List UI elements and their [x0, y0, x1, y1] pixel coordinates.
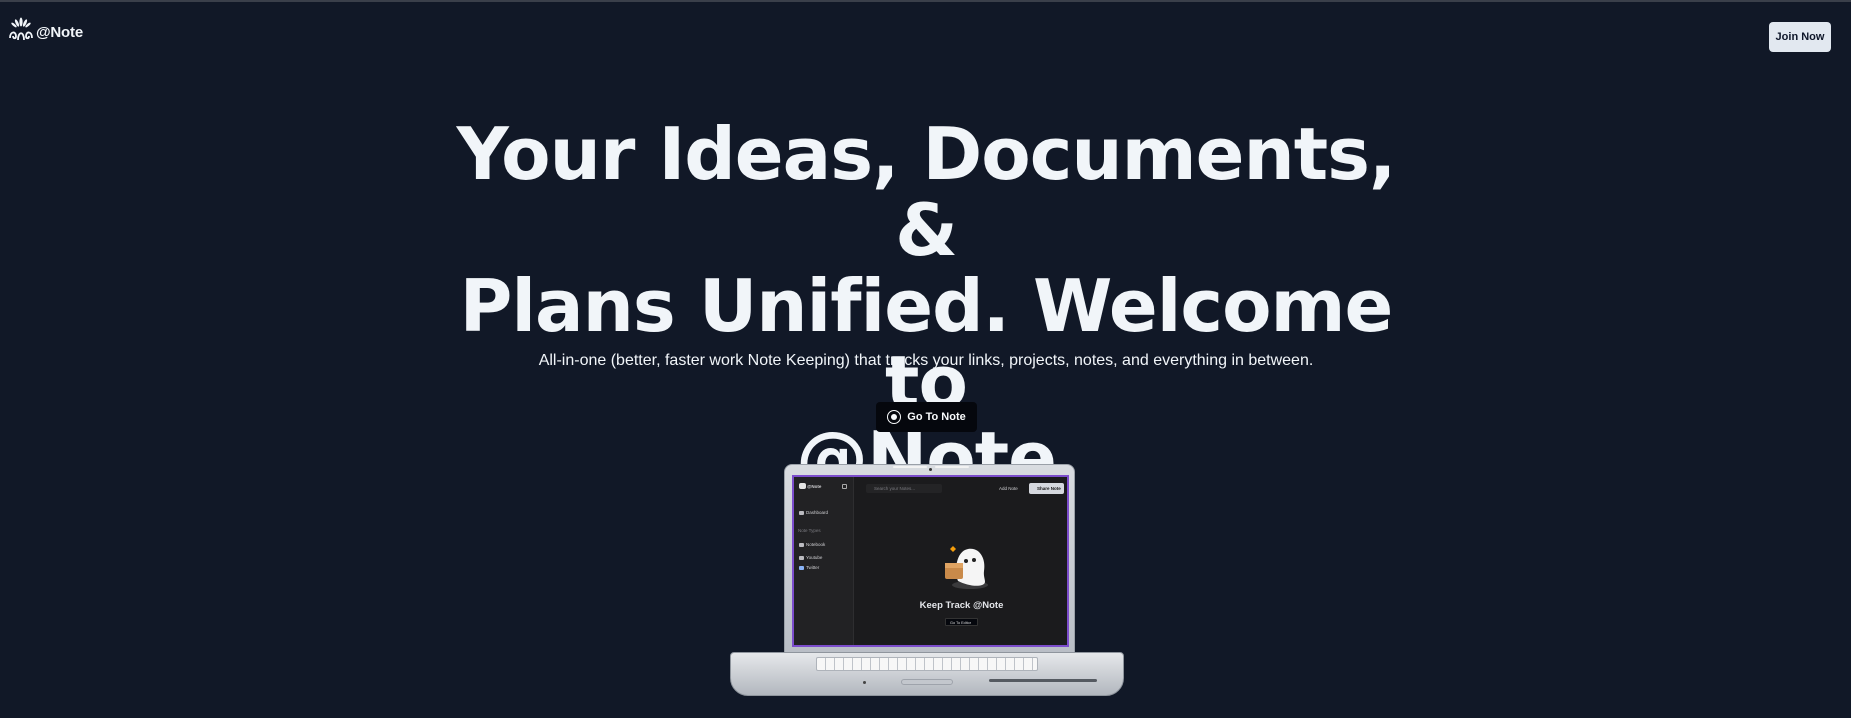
app-screenshot: @Note Dashboard Note Types Notebook Yout… [792, 475, 1069, 647]
notebook-icon [799, 543, 804, 547]
app-go-label: Go To Editor [950, 620, 972, 625]
go-to-note-label: Go To Note [907, 411, 966, 423]
hero-title: Your Ideas, Documents, & Plans Unified. … [426, 116, 1426, 496]
join-now-button[interactable]: Join Now [1769, 22, 1831, 52]
nav-dashboard: Dashboard [806, 510, 829, 515]
laptop-trackpad [901, 679, 953, 685]
site-logo[interactable]: @Note [8, 16, 83, 42]
app-name: @Note [807, 484, 822, 489]
hero-title-line2: Plans Unified. Welcome to [459, 264, 1394, 424]
camera-icon [929, 468, 932, 471]
laptop-vent [989, 679, 1097, 682]
power-light [863, 681, 866, 684]
twitter-icon [799, 566, 804, 570]
nav-youtube: Youtube [806, 555, 823, 560]
dashboard-icon [799, 511, 804, 515]
hero-subtitle: All-in-one (better, faster work Note Kee… [538, 352, 1314, 369]
laptop-lid: @Note Dashboard Note Types Notebook Yout… [784, 464, 1075, 654]
app-go-button: Go To Editor [945, 618, 978, 626]
logo-text: @Note [36, 23, 83, 41]
app-logo-icon [799, 483, 806, 489]
collapse-icon [842, 484, 847, 489]
laptop-base [730, 652, 1124, 696]
go-to-note-button[interactable]: Go To Note [876, 402, 977, 432]
app-sidebar: @Note Dashboard Note Types Notebook Yout… [794, 477, 854, 645]
hero-title-line1: Your Ideas, Documents, & [456, 112, 1397, 272]
nav-twitter: Twitter [806, 565, 820, 570]
youtube-icon [799, 556, 804, 560]
lid-highlight-right [935, 466, 969, 468]
laptop-keyboard [816, 657, 1038, 671]
nav-notebook: Notebook [806, 542, 826, 547]
octopus-lotus-logo-icon [9, 17, 33, 41]
radio-circle-icon [887, 410, 902, 424]
app-main-area: Keep Track @Note Go To Editor [854, 477, 1067, 645]
nav-section-label: Note Types [798, 528, 821, 533]
app-heading: Keep Track @Note [919, 600, 1004, 611]
ghost-with-box-icon [945, 546, 988, 589]
laptop-mockup-image: @Note Dashboard Note Types Notebook Yout… [730, 464, 1124, 704]
lid-highlight-left [893, 466, 927, 468]
top-border [0, 0, 1851, 2]
